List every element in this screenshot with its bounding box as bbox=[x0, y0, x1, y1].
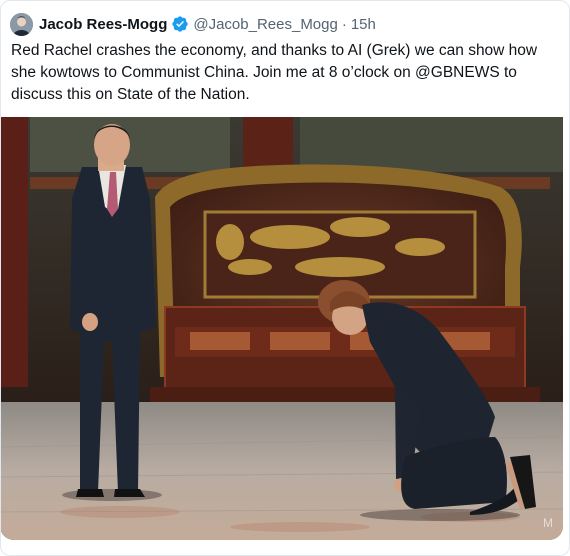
author-handle[interactable]: @Jacob_Rees_Mogg bbox=[193, 16, 337, 33]
tweet-image[interactable]: M bbox=[0, 117, 563, 540]
verified-badge-icon bbox=[171, 15, 189, 33]
photo-illustration: M bbox=[0, 117, 563, 540]
author-name[interactable]: Jacob Rees-Mogg bbox=[39, 16, 167, 33]
tweet-text: Red Rachel crashes the economy, and than… bbox=[11, 42, 538, 103]
separator-dot: · bbox=[341, 15, 347, 33]
tweet-timestamp[interactable]: 15h bbox=[351, 16, 376, 33]
author-avatar[interactable] bbox=[10, 12, 33, 36]
tweet-header: Jacob Rees-Mogg @Jacob_Rees_Mogg · 15h bbox=[10, 11, 376, 37]
image-watermark: M bbox=[543, 516, 553, 530]
tweet-card[interactable]: Jacob Rees-Mogg @Jacob_Rees_Mogg · 15h R… bbox=[0, 0, 570, 556]
